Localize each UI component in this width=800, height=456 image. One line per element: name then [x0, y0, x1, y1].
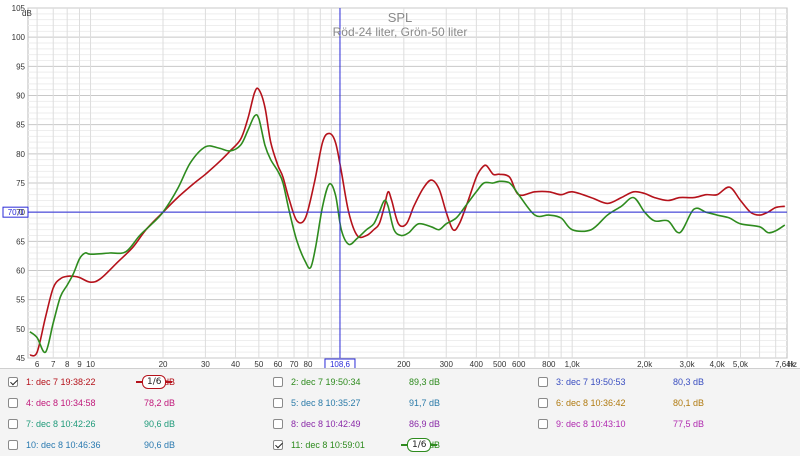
- smoothing-label: 1/6: [142, 375, 167, 389]
- legend-label: 9: dec 8 10:43:10: [556, 419, 626, 429]
- legend-label: 7: dec 8 10:42:26: [26, 419, 96, 429]
- legend-value: 90,6 dB: [143, 440, 175, 450]
- x-tick-label: 400: [470, 360, 484, 368]
- x-tick-label: 60: [273, 360, 282, 368]
- legend-item: 6: dec 8 10:36:42: [538, 393, 626, 413]
- legend-label: 6: dec 8 10:36:42: [556, 398, 626, 408]
- x-tick-label: 8: [65, 360, 70, 368]
- y-tick-label: 55: [16, 296, 25, 305]
- y-tick-label: 85: [16, 121, 25, 130]
- cursor-x-readout: 108,6: [330, 360, 351, 368]
- legend-label: 11: dec 8 10:59:01: [291, 440, 365, 450]
- legend-checkbox[interactable]: [8, 377, 18, 387]
- legend-label: 3: dec 7 19:50:53: [556, 377, 626, 387]
- legend-item: 3: dec 7 19:50:53: [538, 372, 626, 392]
- legend-value: 77,5 dB: [672, 419, 704, 429]
- y-tick-label: 70: [16, 208, 25, 217]
- legend-value: 89,3 dB: [408, 377, 440, 387]
- legend-item: 1: dec 7 19:38:22: [8, 372, 96, 392]
- y-tick-label: 90: [16, 92, 25, 101]
- legend-item: 9: dec 8 10:43:10: [538, 414, 626, 434]
- legend-value: 80,1 dB: [672, 398, 704, 408]
- x-tick-label: 9: [77, 360, 82, 368]
- x-tick-label: 30: [201, 360, 210, 368]
- x-tick-label: 2,0k: [637, 360, 653, 368]
- chart-svg[interactable]: 108,670,0 45505560657075808590951001056 7…: [0, 0, 800, 368]
- legend-value: 91,7 dB: [408, 398, 440, 408]
- legend-value: 90,6 dB: [143, 419, 175, 429]
- y-tick-label: 65: [16, 237, 25, 246]
- x-tick-label: 1,0k: [565, 360, 581, 368]
- x-tick-label: 50: [254, 360, 263, 368]
- chart-subtitle: Röd-24 liter, Grön-50 liter: [333, 25, 468, 39]
- x-tick-label: 10: [86, 360, 95, 368]
- x-tick-label: 7: [51, 360, 56, 368]
- smoothing-badge[interactable]: 1/6: [136, 375, 173, 389]
- legend-label: 8: dec 8 10:42:49: [291, 419, 361, 429]
- x-tick-label: 600: [512, 360, 526, 368]
- legend-checkbox[interactable]: [273, 398, 283, 408]
- legend-label: 4: dec 8 10:34:58: [26, 398, 96, 408]
- chart-title: SPL: [388, 10, 413, 25]
- legend-label: 2: dec 7 19:50:34: [291, 377, 361, 387]
- legend-checkbox[interactable]: [538, 377, 548, 387]
- y-tick-label: 45: [16, 354, 25, 363]
- legend-item: 7: dec 8 10:42:26: [8, 414, 96, 434]
- legend-checkbox[interactable]: [8, 440, 18, 450]
- x-axis-unit: Hz: [787, 360, 797, 368]
- legend-value: 86,9 dB: [408, 419, 440, 429]
- legend-label: 10: dec 8 10:46:36: [26, 440, 101, 450]
- x-tick-label: 800: [542, 360, 556, 368]
- y-tick-label: 60: [16, 267, 25, 276]
- measurement-legend: 1: dec 7 19:38:2283,5 dB1/62: dec 7 19:5…: [0, 368, 800, 456]
- x-tick-label: 80: [304, 360, 313, 368]
- legend-value: 78,2 dB: [143, 398, 175, 408]
- x-tick-label: 300: [440, 360, 454, 368]
- legend-item: 10: dec 8 10:46:36: [8, 435, 101, 455]
- x-tick-label: 3,0k: [680, 360, 696, 368]
- smoothing-label: 1/6: [407, 438, 432, 452]
- legend-checkbox[interactable]: [273, 440, 283, 450]
- y-tick-label: 80: [16, 150, 25, 159]
- legend-item: 8: dec 8 10:42:49: [273, 414, 361, 434]
- x-tick-label: 200: [397, 360, 411, 368]
- legend-value: 80,3 dB: [672, 377, 704, 387]
- legend-checkbox[interactable]: [538, 419, 548, 429]
- y-tick-label: 50: [16, 325, 25, 334]
- legend-item: 11: dec 8 10:59:01: [273, 435, 365, 455]
- legend-checkbox[interactable]: [273, 377, 283, 387]
- y-tick-label: 75: [16, 179, 25, 188]
- x-tick-label: 500: [493, 360, 507, 368]
- legend-checkbox[interactable]: [8, 419, 18, 429]
- y-tick-label: 100: [12, 33, 26, 42]
- smoothing-badge[interactable]: 1/6: [401, 438, 438, 452]
- legend-item: 4: dec 8 10:34:58: [8, 393, 96, 413]
- spl-chart[interactable]: 108,6 70,0 45 50 55 60 65 70 75 80 85 90 95 100 105 6 7…: [0, 0, 800, 368]
- legend-label: 1: dec 7 19:38:22: [26, 377, 96, 387]
- x-tick-label: 6: [35, 360, 40, 368]
- x-tick-label: 40: [231, 360, 240, 368]
- x-tick-label: 5,0k: [733, 360, 749, 368]
- legend-item: 5: dec 8 10:35:27: [273, 393, 361, 413]
- x-tick-label: 4,0k: [710, 360, 726, 368]
- y-axis-unit: dB: [22, 9, 32, 18]
- legend-checkbox[interactable]: [538, 398, 548, 408]
- legend-checkbox[interactable]: [8, 398, 18, 408]
- legend-label: 5: dec 8 10:35:27: [291, 398, 361, 408]
- y-tick-label: 95: [16, 62, 25, 71]
- legend-checkbox[interactable]: [273, 419, 283, 429]
- legend-item: 2: dec 7 19:50:34: [273, 372, 361, 392]
- x-tick-label: 20: [159, 360, 168, 368]
- x-tick-label: 70: [290, 360, 299, 368]
